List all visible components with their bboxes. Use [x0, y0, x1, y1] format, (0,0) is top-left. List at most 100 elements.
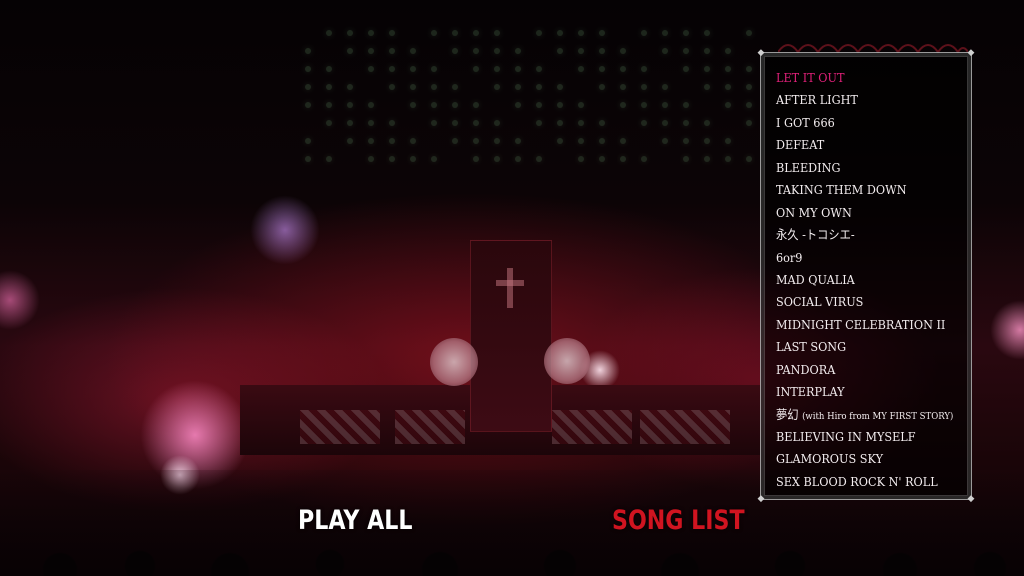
led-dot: [410, 102, 416, 108]
led-dot: [494, 138, 500, 144]
panel-corner-ornament: ◆: [757, 494, 765, 504]
led-screen-backdrop: [305, 30, 775, 180]
led-dot: [347, 102, 353, 108]
led-dot: [305, 102, 311, 108]
song-item[interactable]: BLEEDING: [776, 157, 953, 179]
led-dot: [704, 48, 710, 54]
led-dot: [641, 66, 647, 72]
song-item[interactable]: GLAMOROUS SKY: [776, 448, 953, 470]
led-dot: [683, 102, 689, 108]
led-dot: [599, 48, 605, 54]
led-dot: [725, 156, 731, 162]
led-dot: [347, 48, 353, 54]
led-dot: [557, 84, 563, 90]
led-dot: [725, 138, 731, 144]
song-item[interactable]: AFTER LIGHT: [776, 89, 953, 111]
led-dot: [578, 120, 584, 126]
led-dot: [746, 66, 752, 72]
led-dot: [410, 156, 416, 162]
led-dot: [620, 102, 626, 108]
song-item[interactable]: MAD QUALIA: [776, 269, 953, 291]
led-dot: [452, 30, 458, 36]
led-dot: [725, 66, 731, 72]
song-item[interactable]: 6or9: [776, 247, 953, 269]
song-item[interactable]: SOCIAL VIRUS: [776, 291, 953, 313]
led-dot: [452, 102, 458, 108]
led-dot: [515, 66, 521, 72]
led-dot: [536, 30, 542, 36]
bass-drum: [544, 338, 590, 384]
led-dot: [599, 120, 605, 126]
led-dot: [641, 84, 647, 90]
led-dot: [578, 102, 584, 108]
led-dot: [431, 66, 437, 72]
led-dot: [746, 30, 752, 36]
led-dot: [704, 66, 710, 72]
led-dot: [683, 156, 689, 162]
led-dot: [389, 48, 395, 54]
led-dot: [599, 84, 605, 90]
led-dot: [305, 48, 311, 54]
led-dot: [326, 120, 332, 126]
led-dot: [452, 84, 458, 90]
led-dot: [515, 156, 521, 162]
song-item[interactable]: SEX BLOOD ROCK N' ROLL: [776, 471, 953, 493]
led-dot: [326, 102, 332, 108]
panel-corner-ornament: ◆: [757, 48, 765, 58]
led-dot: [410, 66, 416, 72]
led-dot: [641, 102, 647, 108]
led-dot: [305, 138, 311, 144]
song-item[interactable]: MIDNIGHT CELEBRATION II: [776, 314, 953, 336]
led-dot: [431, 30, 437, 36]
song-item[interactable]: LAST SONG: [776, 336, 953, 358]
song-list-button[interactable]: SONG LIST: [612, 503, 745, 539]
led-dot: [620, 156, 626, 162]
led-dot: [704, 84, 710, 90]
led-dot: [599, 30, 605, 36]
song-item[interactable]: BELIEVING IN MYSELF: [776, 426, 953, 448]
panel-corner-ornament: ◆: [967, 494, 975, 504]
led-dot: [746, 102, 752, 108]
led-dot: [347, 120, 353, 126]
led-dot: [536, 66, 542, 72]
led-dot: [725, 84, 731, 90]
song-item[interactable]: ON MY OWN: [776, 202, 953, 224]
stage-pattern: [395, 410, 465, 444]
song-item[interactable]: 永久 -トコシエ-: [776, 224, 953, 246]
led-dot: [368, 156, 374, 162]
led-dot: [389, 30, 395, 36]
led-dot: [662, 84, 668, 90]
led-dot: [389, 156, 395, 162]
cross-emblem: [507, 268, 513, 308]
led-dot: [389, 120, 395, 126]
led-dot: [599, 156, 605, 162]
led-dot: [494, 84, 500, 90]
song-item[interactable]: I GOT 666: [776, 112, 953, 134]
song-item[interactable]: TAKING THEM DOWN: [776, 179, 953, 201]
led-dot: [683, 48, 689, 54]
led-dot: [494, 48, 500, 54]
song-item[interactable]: PANDORA: [776, 359, 953, 381]
led-dot: [662, 102, 668, 108]
led-dot: [305, 156, 311, 162]
led-dot: [746, 120, 752, 126]
led-dot: [620, 48, 626, 54]
led-dot: [473, 156, 479, 162]
song-item[interactable]: DEFEAT: [776, 134, 953, 156]
led-dot: [578, 66, 584, 72]
led-dot: [725, 48, 731, 54]
song-item[interactable]: INTERPLAY: [776, 381, 953, 403]
led-dot: [620, 66, 626, 72]
led-dot: [494, 156, 500, 162]
led-dot: [704, 30, 710, 36]
led-dot: [620, 138, 626, 144]
song-list: LET IT OUT AFTER LIGHT I GOT 666 DEFEAT …: [776, 67, 973, 493]
crowd-silhouette: [0, 520, 1024, 576]
led-dot: [347, 138, 353, 144]
song-item[interactable]: 夢幻 (with Hiro from MY FIRST STORY): [776, 404, 953, 426]
led-dot: [683, 30, 689, 36]
led-dot: [326, 30, 332, 36]
led-dot: [389, 138, 395, 144]
play-all-button[interactable]: PLAY ALL: [298, 503, 412, 539]
song-item[interactable]: LET IT OUT: [776, 67, 953, 89]
